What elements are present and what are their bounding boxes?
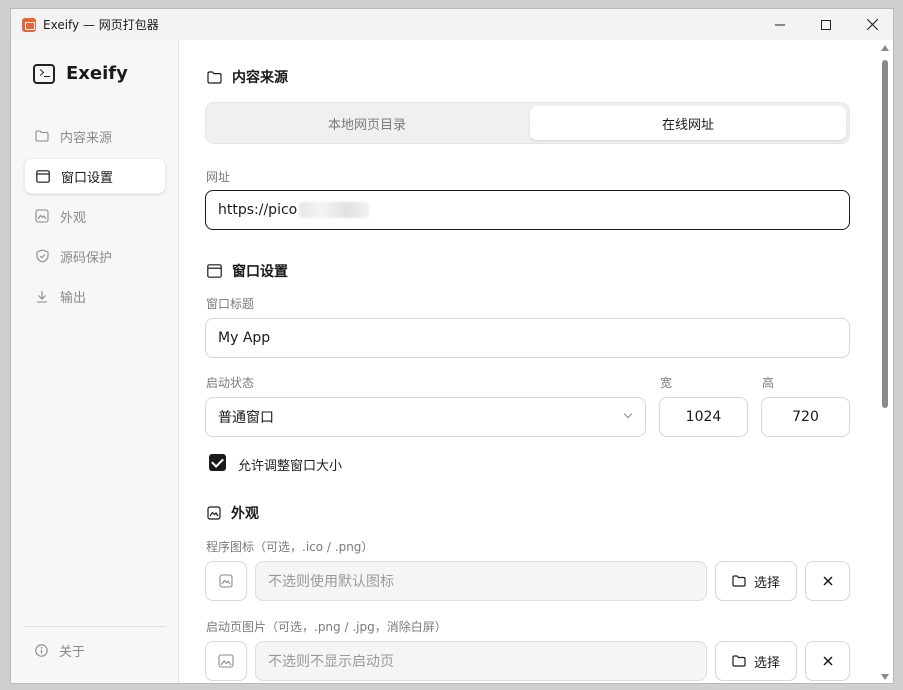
section-title-text: 外观 <box>231 506 259 522</box>
app-icon-preview <box>205 561 247 601</box>
maximize-button[interactable] <box>803 9 849 40</box>
brand-name: Exeify <box>66 63 128 84</box>
sidebar-item-content-source[interactable]: 内容来源 <box>24 118 166 154</box>
close-icon <box>822 576 833 586</box>
vertical-scrollbar[interactable] <box>878 40 892 683</box>
url-label: 网址 <box>206 170 231 184</box>
folder-icon <box>732 655 746 667</box>
sidebar: Exeify 内容来源 窗口设置 外观 源码保护 输出 关于 <box>11 40 179 683</box>
sidebar-item-label: 窗口设置 <box>61 170 114 186</box>
section-title-appearance: 外观 <box>207 503 259 523</box>
terminal-logo-icon <box>33 63 55 84</box>
width-label: 宽 <box>660 376 673 390</box>
window-icon <box>36 169 50 183</box>
window-title-value: My App <box>218 330 271 346</box>
url-input-value: https://pico <box>218 202 298 218</box>
close-icon <box>822 656 833 666</box>
folder-icon <box>35 129 49 143</box>
splash-image-placeholder: 不选则不显示启动页 <box>268 654 394 670</box>
app-icon <box>22 17 36 32</box>
title-bar: Exeify — 网页打包器 <box>11 9 893 40</box>
source-type-segmented-control: 本地网页目录 在线网址 <box>205 102 850 144</box>
section-title-window-settings: 窗口设置 <box>207 261 288 281</box>
scroll-down-arrow-icon[interactable] <box>881 674 889 680</box>
sidebar-item-label: 外观 <box>60 210 87 226</box>
section-title-text: 窗口设置 <box>232 264 288 280</box>
section-title-text: 内容来源 <box>232 70 288 86</box>
window-title: Exeify — 网页打包器 <box>43 18 159 32</box>
minimize-icon <box>775 24 785 25</box>
about-link[interactable]: 关于 <box>35 641 85 660</box>
sidebar-item-label: 内容来源 <box>60 130 113 146</box>
height-value: 720 <box>792 409 819 425</box>
window-title-label: 窗口标题 <box>206 297 255 311</box>
app-icon-placeholder: 不选则使用默认图标 <box>268 574 394 590</box>
section-title-content-source: 内容来源 <box>207 67 288 87</box>
app-icon-path-input[interactable]: 不选则使用默认图标 <box>255 561 707 601</box>
scrollbar-thumb[interactable] <box>882 60 888 408</box>
maximize-icon <box>821 19 831 30</box>
choose-icon-button[interactable]: 选择 <box>715 561 797 601</box>
startup-state-label: 启动状态 <box>206 376 255 390</box>
close-icon <box>866 19 878 30</box>
image-icon <box>218 654 234 668</box>
height-label: 高 <box>762 376 775 390</box>
startup-state-value: 普通窗口 <box>218 410 274 426</box>
sidebar-item-label: 输出 <box>60 290 87 306</box>
clear-icon-button[interactable] <box>805 561 850 601</box>
folder-icon <box>207 70 222 84</box>
height-input[interactable]: 720 <box>761 397 850 437</box>
sidebar-item-appearance[interactable]: 外观 <box>24 198 166 234</box>
sidebar-item-label: 源码保护 <box>60 250 113 266</box>
resizable-label: 允许调整窗口大小 <box>238 459 343 474</box>
choose-label: 选择 <box>753 575 780 591</box>
about-label: 关于 <box>59 645 86 660</box>
close-window-button[interactable] <box>849 9 893 40</box>
folder-icon <box>732 575 746 587</box>
window-controls <box>757 9 893 40</box>
window-title-input[interactable]: My App <box>205 318 850 358</box>
scroll-up-arrow-icon[interactable] <box>881 45 889 51</box>
image-icon <box>207 506 221 520</box>
startup-state-select[interactable]: 普通窗口 <box>205 397 646 437</box>
sidebar-item-output[interactable]: 输出 <box>24 278 166 314</box>
shield-icon <box>35 249 49 263</box>
redacted-text <box>299 202 370 218</box>
main-panel: 内容来源 本地网页目录 在线网址 网址 https://pico 窗口设置 窗口… <box>180 40 880 683</box>
choose-label: 选择 <box>753 655 780 671</box>
sidebar-nav: 内容来源 窗口设置 外观 源码保护 输出 <box>24 118 166 318</box>
width-value: 1024 <box>685 409 722 425</box>
clear-splash-button[interactable] <box>805 641 850 681</box>
download-icon <box>35 289 49 303</box>
tab-local-directory[interactable]: 本地网页目录 <box>209 106 525 140</box>
url-input[interactable]: https://pico <box>205 190 850 230</box>
image-icon <box>219 574 233 588</box>
info-icon <box>35 644 48 657</box>
choose-splash-button[interactable]: 选择 <box>715 641 797 681</box>
app-window: Exeify — 网页打包器 Exeify 内容来源 窗口设置 外观 源码保护 … <box>10 8 894 684</box>
sidebar-item-window-settings[interactable]: 窗口设置 <box>24 158 166 194</box>
tab-online-url[interactable]: 在线网址 <box>530 106 846 140</box>
app-icon-label: 程序图标（可选，.ico / .png） <box>206 540 374 554</box>
brand: Exeify <box>33 63 128 84</box>
width-input[interactable]: 1024 <box>659 397 748 437</box>
splash-image-path-input[interactable]: 不选则不显示启动页 <box>255 641 707 681</box>
window-icon <box>207 264 222 278</box>
image-icon <box>35 209 49 223</box>
chevron-down-icon <box>623 409 633 419</box>
splash-image-preview <box>205 641 247 681</box>
splash-image-label: 启动页图片（可选，.png / .jpg，消除白屏） <box>206 620 447 634</box>
resizable-checkbox[interactable] <box>209 454 226 471</box>
sidebar-divider <box>24 626 166 627</box>
minimize-button[interactable] <box>757 9 803 40</box>
sidebar-item-source-protection[interactable]: 源码保护 <box>24 238 166 274</box>
